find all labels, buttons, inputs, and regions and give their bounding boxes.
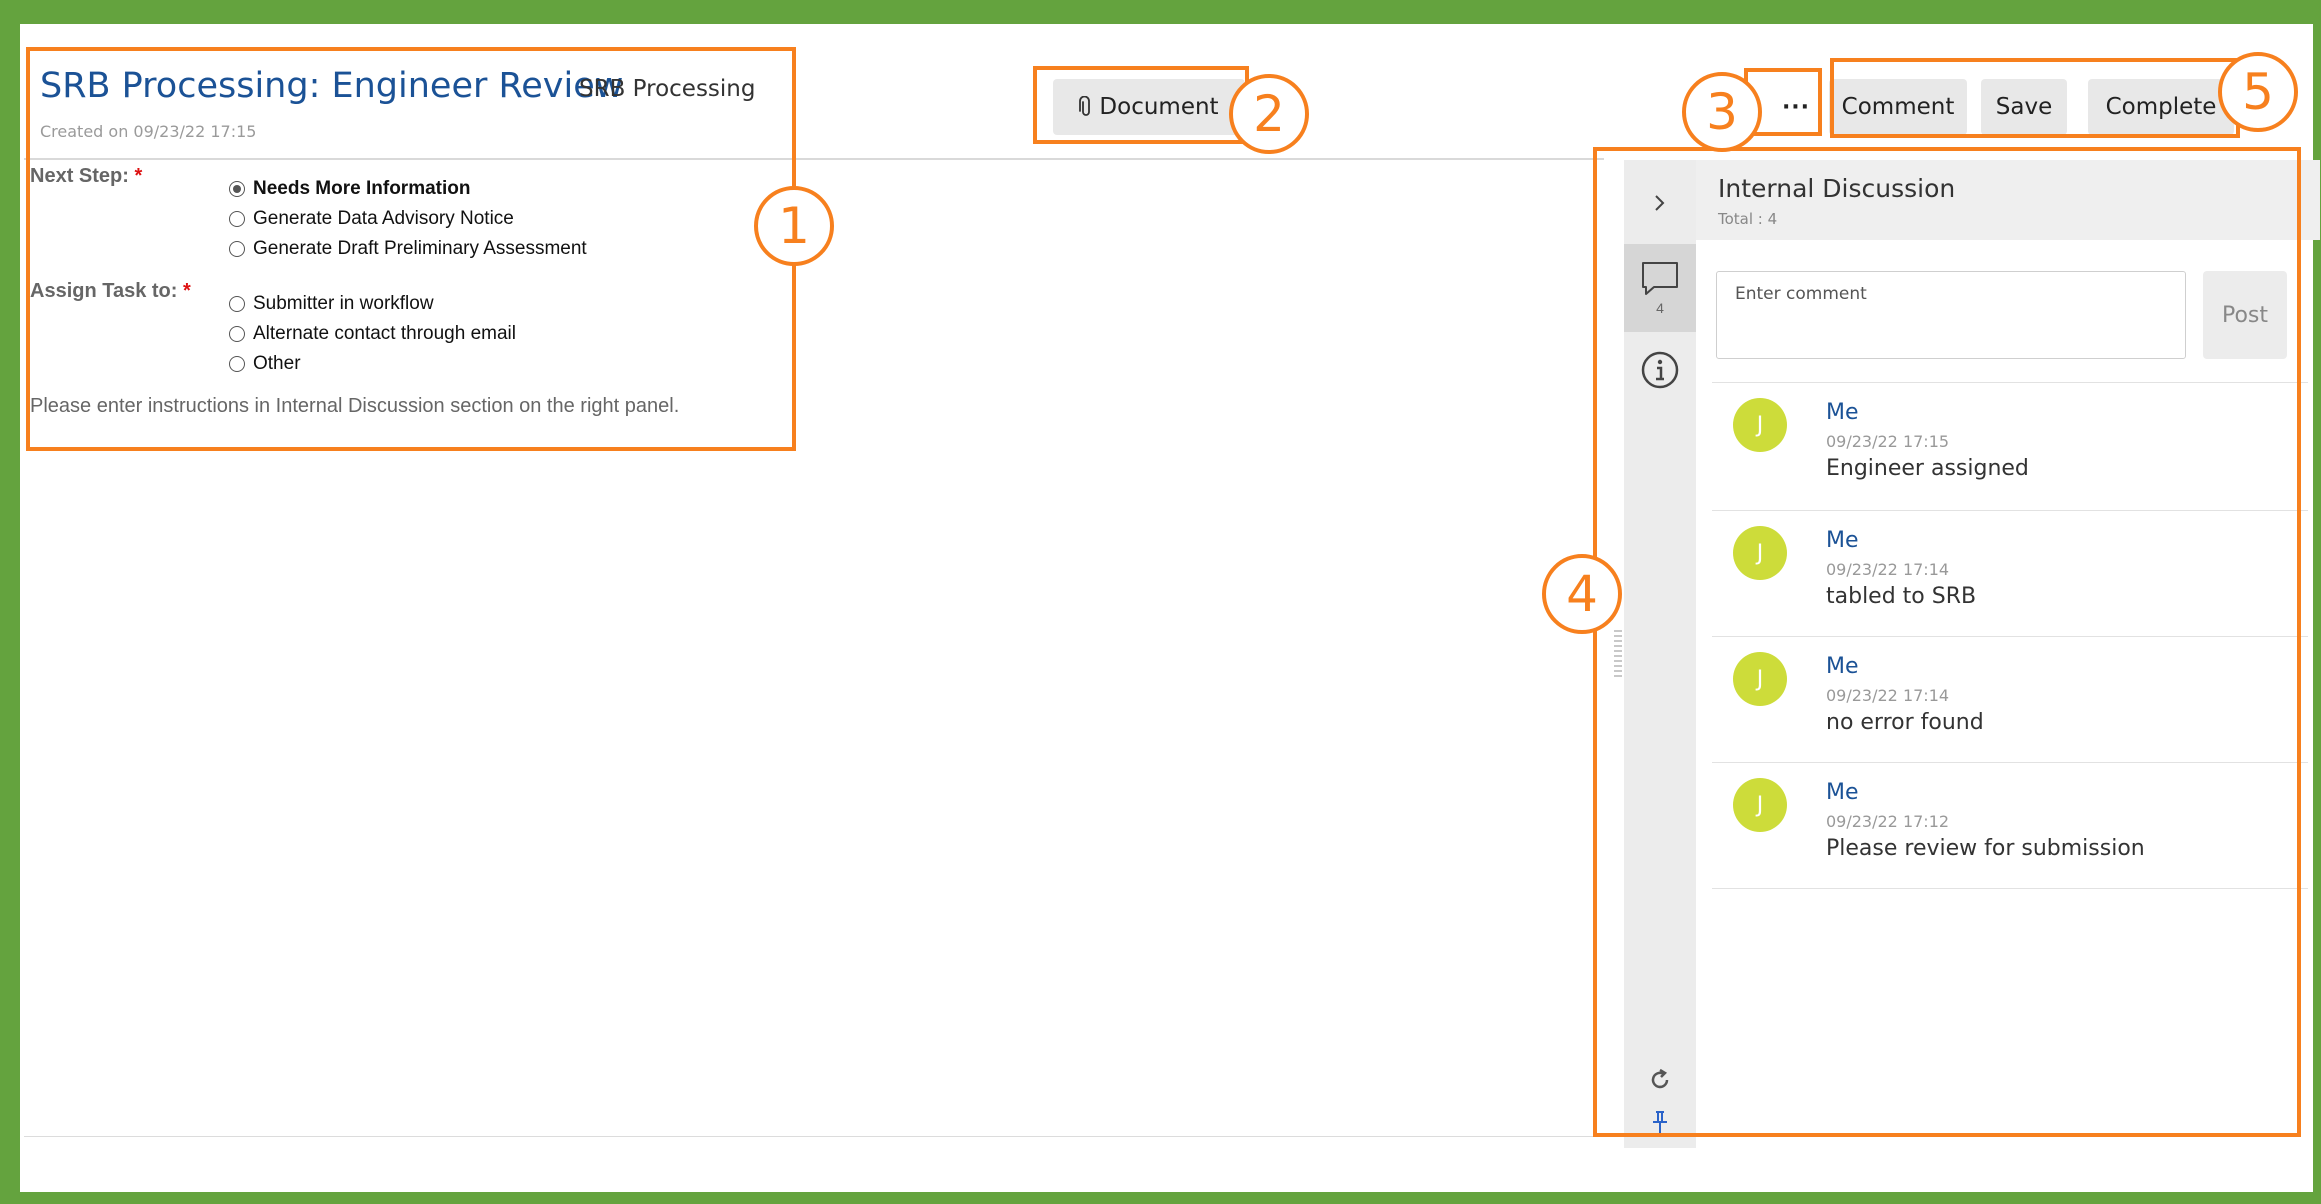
annotation-badge-5: 5 bbox=[2218, 52, 2298, 132]
callout-box-1 bbox=[26, 47, 796, 451]
frame-border-top bbox=[0, 0, 2321, 24]
annotation-badge-2: 2 bbox=[1229, 74, 1309, 154]
callout-box-2 bbox=[1033, 66, 1249, 144]
annotation-badge-3: 3 bbox=[1682, 72, 1762, 152]
callout-box-5 bbox=[1830, 58, 2240, 138]
annotation-badge-1: 1 bbox=[754, 186, 834, 266]
footer-divider bbox=[24, 1136, 1604, 1137]
frame-border-left bbox=[0, 0, 20, 1204]
callout-box-4 bbox=[1593, 147, 2301, 1137]
annotation-badge-4: 4 bbox=[1542, 554, 1622, 634]
frame-border-bottom bbox=[0, 1192, 2321, 1204]
